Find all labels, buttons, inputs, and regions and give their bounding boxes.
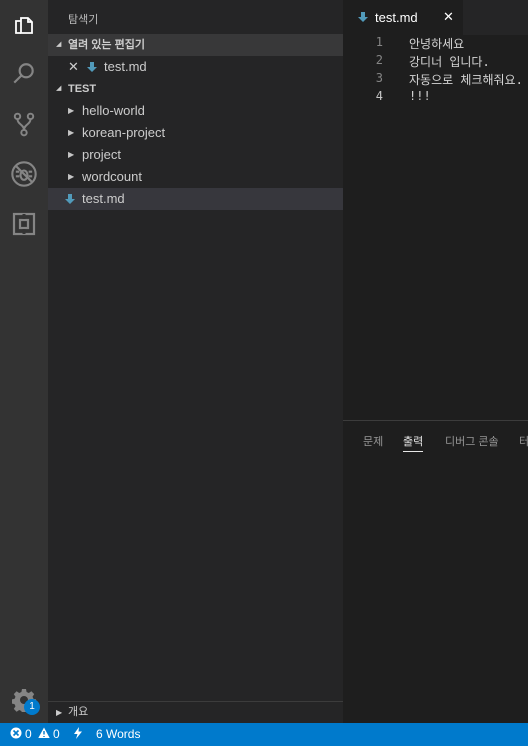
close-icon[interactable]: ✕ — [443, 9, 454, 25]
open-editors-header[interactable]: ◢ 열려 있는 편집기 — [48, 34, 343, 56]
sidebar-title: 탐색기 — [68, 14, 99, 26]
code-line[interactable]: 안녕하세요 — [409, 35, 464, 52]
tab-debug-console[interactable]: 디버그 콘솔 — [445, 433, 499, 449]
code-line[interactable]: 자동으로 체크해줘요. — [409, 71, 523, 88]
tree-item-label: hello-world — [82, 103, 145, 118]
explorer-sidebar: 탐색기 ◢ 열려 있는 편집기 ✕ test.md ◢ TEST ▶ hello… — [48, 0, 343, 723]
line-number: 4 — [375, 89, 383, 103]
tree-item-label: korean-project — [82, 125, 166, 140]
markdown-icon — [358, 12, 368, 22]
debug-icon[interactable] — [0, 149, 48, 199]
error-icon[interactable] — [10, 723, 22, 746]
tree-item-label: test.md — [82, 191, 125, 206]
gear-icon[interactable] — [0, 680, 48, 720]
warning-icon[interactable] — [38, 723, 50, 746]
outline-label: 개요 — [68, 706, 89, 718]
markdown-icon — [87, 62, 97, 72]
line-number: 3 — [375, 71, 383, 85]
open-editor-label: test.md — [104, 59, 147, 74]
bottom-panel: 문제 출력 디버그 콘솔 터 — [343, 420, 528, 723]
tab-output[interactable]: 출력 — [403, 433, 423, 449]
word-count[interactable]: 6 Words — [96, 723, 140, 746]
chevron-right-icon: ▶ — [68, 150, 75, 159]
warning-count[interactable]: 0 — [53, 723, 60, 746]
collapse-triangle-icon: ◢ — [56, 85, 62, 92]
tab-label: test.md — [375, 10, 418, 25]
chevron-right-icon: ▶ — [68, 106, 75, 115]
tree-item-folder[interactable]: ▶ korean-project — [48, 122, 343, 144]
editor-tab[interactable]: test.md ✕ — [343, 0, 463, 35]
activity-bar: 1 — [0, 0, 48, 723]
tree-item-file[interactable]: test.md — [48, 188, 343, 210]
search-icon[interactable] — [0, 49, 48, 99]
editor-area[interactable]: test.md ✕ 1 2 3 4 안녕하세요 강디너 입니다. 자동으로 체크… — [343, 0, 528, 420]
editor-tab-bar: test.md ✕ — [343, 0, 528, 35]
chevron-right-icon: ▶ — [56, 708, 63, 717]
chevron-right-icon: ▶ — [68, 128, 75, 137]
line-number: 2 — [375, 53, 383, 67]
error-count[interactable]: 0 — [25, 723, 32, 746]
outline-section-header[interactable]: ▶ 개요 — [48, 701, 343, 723]
files-icon[interactable] — [0, 0, 48, 50]
open-editor-item[interactable]: ✕ test.md — [48, 56, 343, 78]
notification-badge: 1 — [24, 699, 40, 715]
markdown-icon — [65, 194, 75, 204]
code-line[interactable]: !!! — [409, 89, 431, 103]
tab-problems[interactable]: 문제 — [363, 433, 383, 449]
open-editors-label: 열려 있는 편집기 — [68, 39, 145, 51]
chevron-right-icon: ▶ — [68, 172, 75, 181]
code-line[interactable]: 강디너 입니다. — [409, 53, 490, 70]
source-control-icon[interactable] — [0, 99, 48, 149]
tree-item-folder[interactable]: ▶ project — [48, 144, 343, 166]
tree-item-label: project — [82, 147, 122, 162]
folder-label: TEST — [68, 83, 97, 95]
tree-item-folder[interactable]: ▶ hello-world — [48, 100, 343, 122]
status-bar: 0 0 6 Words — [0, 723, 528, 746]
collapse-triangle-icon: ◢ — [56, 41, 62, 48]
active-tab-underline — [403, 451, 423, 452]
line-number: 1 — [375, 35, 383, 49]
lightning-icon[interactable] — [73, 723, 83, 746]
close-icon[interactable]: ✕ — [68, 56, 79, 78]
folder-header[interactable]: ◢ TEST — [48, 78, 343, 100]
tree-item-label: wordcount — [82, 169, 142, 184]
tree-item-folder[interactable]: ▶ wordcount — [48, 166, 343, 188]
tab-terminal[interactable]: 터 — [519, 433, 528, 449]
extensions-icon[interactable] — [0, 199, 48, 249]
